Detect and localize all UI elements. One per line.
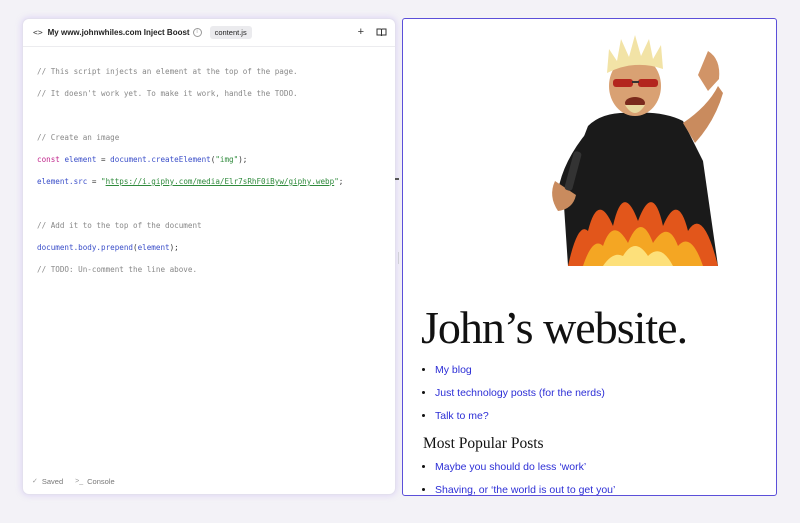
list-item: Shaving, or ‘the world is out to get you…: [435, 485, 615, 496]
file-tab-content-js[interactable]: content.js: [209, 26, 252, 39]
code-editor[interactable]: // This script injects an element at the…: [23, 47, 395, 297]
panel-divider-grip[interactable]: [398, 252, 399, 264]
editor-panel: <> My www.johnwhiles.com Inject Boost i …: [23, 19, 395, 494]
panel-resize-handle[interactable]: [395, 178, 399, 180]
saved-label: Saved: [41, 476, 64, 486]
post-link-do-less-work[interactable]: Maybe you should do less ‘work’: [435, 461, 586, 473]
nav-links: My blog Just technology posts (for the n…: [421, 365, 605, 434]
console-button[interactable]: >_ Console: [75, 477, 115, 486]
website-preview: John’s website. My blog Just technology …: [402, 18, 777, 496]
code-paren: );: [238, 155, 248, 164]
code-variable: element: [64, 155, 97, 164]
code-variable: element.src: [37, 177, 88, 186]
editor-footer: ✓ Saved >_ Console: [23, 468, 395, 494]
saved-status: ✓ Saved: [32, 477, 63, 486]
book-icon[interactable]: [376, 28, 387, 37]
code-variable: element: [137, 243, 170, 252]
code-line: // It doesn't work yet. To make it work,…: [37, 88, 395, 99]
code-line: const element = document.createElement("…: [37, 154, 395, 165]
list-item: Talk to me?: [435, 411, 605, 422]
code-comment: // TODO: Un-comment the line above.: [37, 265, 198, 274]
injected-gif-image: [552, 35, 723, 266]
code-call: document.body.prepend: [37, 243, 134, 252]
post-link-shaving[interactable]: Shaving, or ‘the world is out to get you…: [435, 484, 615, 496]
code-url-link[interactable]: https://i.giphy.com/media/Elr7sRhF0iByw/…: [106, 177, 335, 186]
nav-link-technology-posts[interactable]: Just technology posts (for the nerds): [435, 387, 605, 399]
list-item: Maybe you should do less ‘work’: [435, 462, 615, 473]
plus-icon[interactable]: +: [358, 27, 364, 38]
nav-link-talk-to-me[interactable]: Talk to me?: [435, 410, 489, 422]
check-icon: ✓: [32, 478, 38, 485]
code-semicolon: ;: [338, 177, 344, 186]
info-icon[interactable]: i: [192, 28, 202, 37]
code-comment: // Create an image: [37, 133, 120, 142]
code-operator: =: [87, 177, 102, 186]
code-paren: );: [169, 243, 179, 252]
console-label: Console: [87, 476, 115, 486]
list-item: My blog: [435, 365, 605, 376]
code-comment: // It doesn't work yet. To make it work,…: [37, 89, 298, 98]
code-keyword: const: [37, 155, 60, 164]
code-comment: // This script injects an element at the…: [37, 67, 298, 76]
code-operator: =: [96, 155, 111, 164]
code-line: // Create an image: [37, 132, 395, 143]
list-item: Just technology posts (for the nerds): [435, 388, 605, 399]
code-line: // This script injects an element at the…: [37, 66, 395, 77]
site-title: John’s website.: [421, 302, 688, 353]
editor-header: <> My www.johnwhiles.com Inject Boost i …: [23, 19, 395, 47]
code-line: // TODO: Un-comment the line above.: [37, 264, 395, 275]
boost-name[interactable]: My www.johnwhiles.com Inject Boost: [48, 28, 190, 37]
code-line: document.body.prepend(element);: [37, 242, 395, 253]
popular-posts-list: Maybe you should do less ‘work’ Shaving,…: [421, 462, 615, 496]
code-comment: // Add it to the top of the document: [37, 221, 202, 230]
terminal-icon: >_: [75, 477, 84, 485]
code-string: "img": [215, 155, 239, 164]
code-line: // Add it to the top of the document: [37, 220, 395, 231]
popular-posts-heading: Most Popular Posts: [423, 435, 544, 452]
nav-link-my-blog[interactable]: My blog: [435, 364, 472, 376]
code-call: document.createElement: [110, 155, 211, 164]
code-line: element.src = "https://i.giphy.com/media…: [37, 176, 395, 187]
code-icon: <>: [33, 28, 43, 37]
